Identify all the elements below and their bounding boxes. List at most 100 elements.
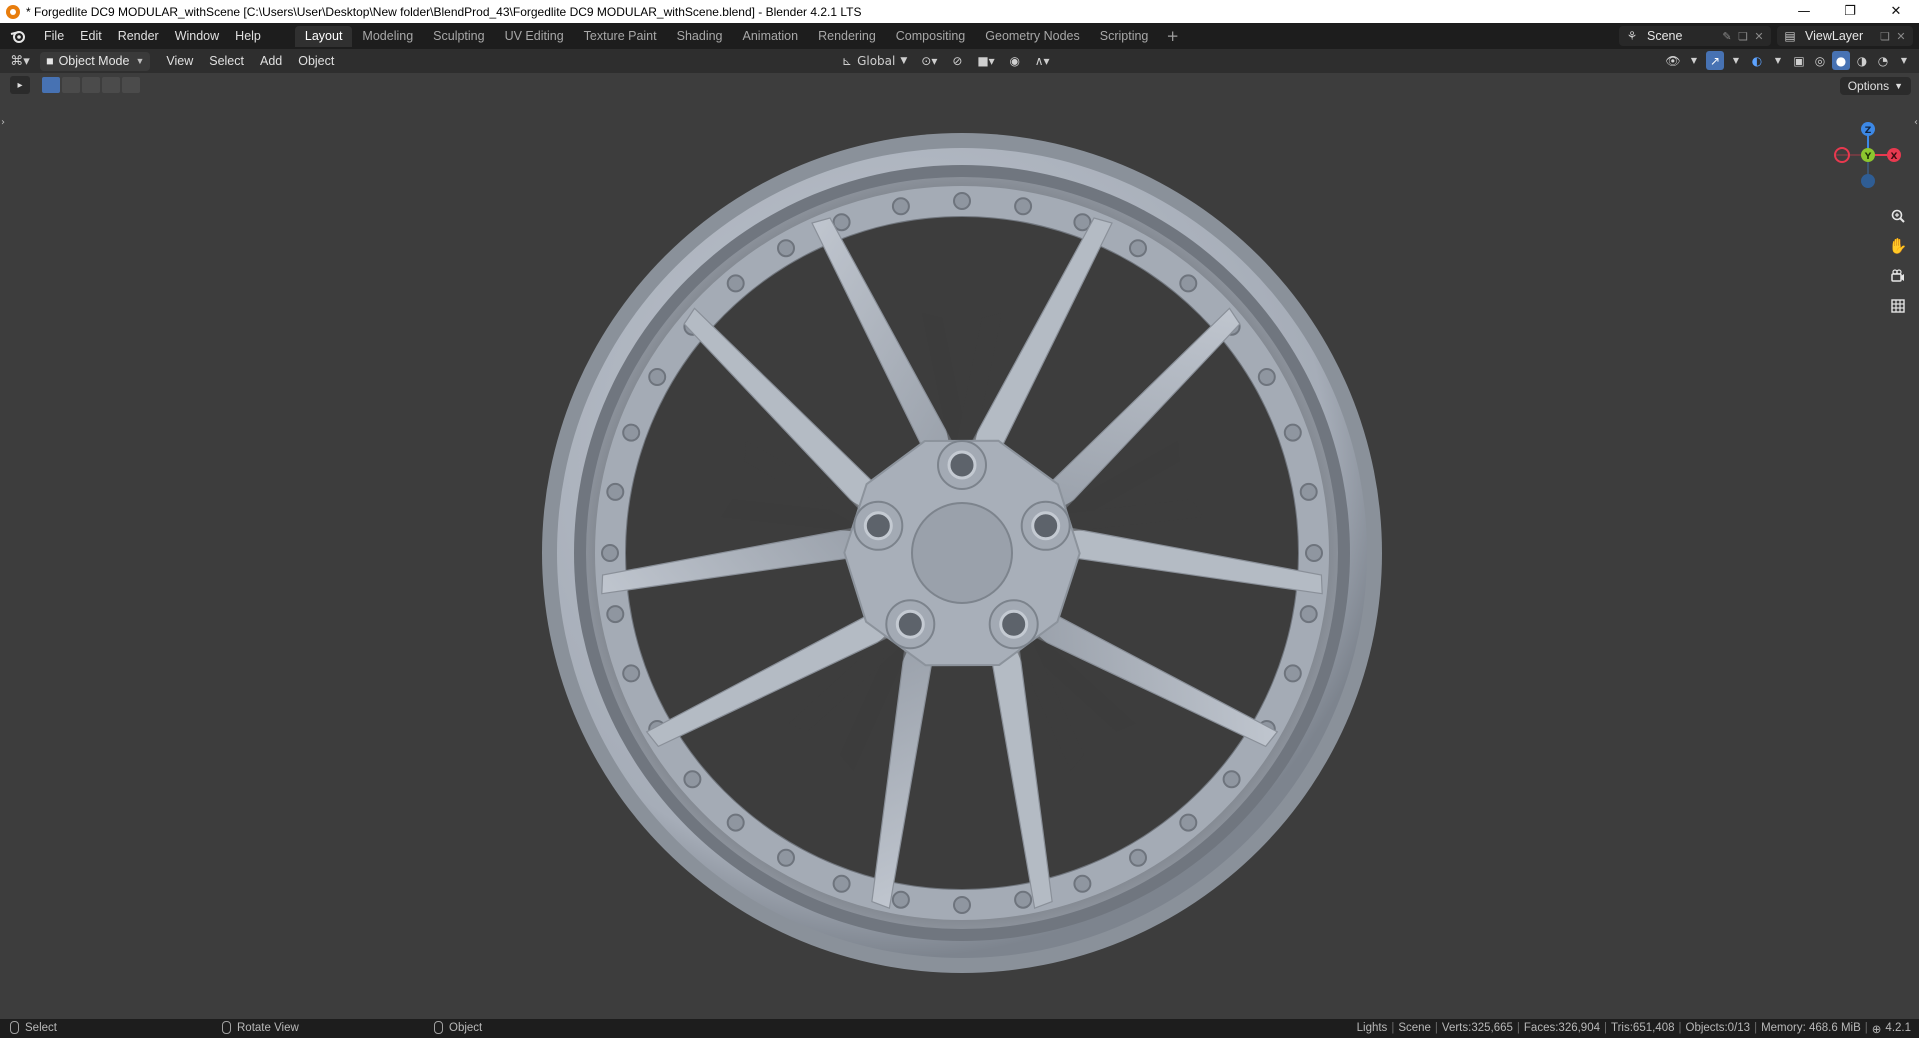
options-label: Options	[1847, 79, 1890, 93]
tab-compositing[interactable]: Compositing	[886, 26, 975, 47]
hint-select-label: Select	[25, 1021, 57, 1034]
tab-scripting[interactable]: Scripting	[1090, 26, 1159, 47]
viewport-menu-add[interactable]: Add	[252, 54, 290, 68]
3d-viewport[interactable]: ⌘▾ ■ Object Mode ▼ View Select Add Objec…	[0, 49, 1919, 1019]
stat-faces: Faces:326,904	[1523, 1022, 1600, 1034]
new-view-layer-icon[interactable]: ❏	[1877, 30, 1893, 43]
remove-scene-icon[interactable]: ✕	[1751, 30, 1767, 43]
menu-render[interactable]: Render	[110, 26, 167, 46]
viewport-header: ⌘▾ ■ Object Mode ▼ View Select Add Objec…	[0, 49, 1919, 73]
camera-view-icon[interactable]	[1884, 262, 1912, 290]
tab-uv-editing[interactable]: UV Editing	[495, 26, 574, 47]
xray-toggle-icon[interactable]: ▣	[1790, 51, 1808, 70]
proportional-editing-icon[interactable]: ◉	[1005, 51, 1025, 70]
stat-verts: Verts:325,665	[1441, 1022, 1513, 1034]
snap-target-icon[interactable]: ■▾	[973, 51, 998, 70]
rim-bolt	[777, 848, 795, 867]
rim-bolt	[1179, 813, 1198, 832]
menu-help[interactable]: Help	[227, 26, 269, 46]
hint-rotate-label: Rotate View	[237, 1021, 299, 1034]
wheel-model[interactable]	[537, 128, 1387, 978]
pivot-point-icon[interactable]: ⊙▾	[917, 51, 941, 70]
chevron-down-icon[interactable]: ▼	[1685, 51, 1703, 70]
view-layer-name[interactable]: ViewLayer	[1799, 29, 1877, 43]
menu-window[interactable]: Window	[167, 26, 227, 46]
tab-animation[interactable]: Animation	[733, 26, 809, 47]
rim-bolt	[1129, 239, 1147, 258]
chevron-down-icon[interactable]: ▼	[1895, 51, 1913, 70]
chevron-down-icon: ▼	[900, 55, 908, 66]
object-mode-dropdown[interactable]: ■ Object Mode ▼	[40, 51, 151, 71]
scene-name[interactable]: Scene	[1641, 29, 1719, 43]
add-workspace-button[interactable]: +	[1158, 27, 1187, 45]
viewport-menu-view[interactable]: View	[158, 54, 201, 68]
visibility-icon[interactable]: 👁	[1664, 51, 1682, 70]
overlay-toggle-icon[interactable]: ◐	[1748, 51, 1766, 70]
perspective-grid-icon[interactable]	[1884, 292, 1912, 320]
gizmo-neg-z-icon[interactable]	[1861, 174, 1875, 188]
scene-selector[interactable]: ⚘ Scene ✎ ❏ ✕	[1619, 26, 1771, 46]
pin-icon[interactable]: ✎	[1719, 30, 1735, 43]
blender-logo-icon[interactable]	[0, 29, 36, 43]
pan-hand-icon[interactable]: ✋	[1884, 232, 1912, 260]
scene-icon: ⚘	[1626, 29, 1638, 43]
menu-edit[interactable]: Edit	[72, 26, 110, 46]
close-button[interactable]: ✕	[1873, 0, 1919, 23]
viewport-display-tools: 👁 ▼ ↗ ▼ ◐ ▼ ▣ ◎ ● ◑ ◔ ▼	[1664, 51, 1913, 70]
lug-hole	[947, 450, 977, 480]
navigation-gizmo[interactable]: Z Y X	[1826, 113, 1910, 197]
restore-button[interactable]: ❐	[1827, 0, 1873, 23]
stat-objects: Objects:0/13	[1685, 1022, 1751, 1034]
toolbar-expand-arrow-icon[interactable]: ›	[1, 117, 5, 128]
mode-subtract-icon[interactable]	[82, 77, 100, 93]
viewport-menu-object[interactable]: Object	[290, 54, 342, 68]
falloff-icon[interactable]: ∧▾	[1031, 51, 1054, 70]
select-box-tool-icon[interactable]: ▸	[10, 76, 30, 94]
chevron-down-icon: ▼	[135, 56, 145, 66]
rim-bolt	[726, 274, 745, 293]
rim-bolt	[1305, 544, 1323, 562]
tab-modeling[interactable]: Modeling	[352, 26, 423, 47]
rim-bolt	[1283, 664, 1302, 683]
tab-sculpting[interactable]: Sculpting	[423, 26, 494, 47]
mode-label: Object Mode	[58, 54, 130, 68]
rim-bolt	[891, 890, 910, 909]
rim-bolt	[622, 664, 641, 683]
minimize-button[interactable]: —	[1781, 0, 1827, 23]
hint-object-label: Object	[449, 1021, 483, 1034]
mode-extend-icon[interactable]	[62, 77, 80, 93]
material-shading-icon[interactable]: ◑	[1853, 51, 1871, 70]
status-bar: Select Rotate View Object Lights | Scene |…	[0, 1019, 1919, 1038]
stat-lights: Lights	[1356, 1022, 1388, 1034]
tab-rendering[interactable]: Rendering	[808, 26, 886, 47]
zoom-icon[interactable]	[1884, 202, 1912, 230]
wireframe-shading-icon[interactable]: ◎	[1811, 51, 1829, 70]
viewport-menu-select[interactable]: Select	[201, 54, 252, 68]
sidebar-expand-arrow-icon[interactable]: ‹	[1914, 117, 1918, 128]
transform-orientation-dropdown[interactable]: ⊾ Global ▼	[838, 51, 911, 70]
tab-shading[interactable]: Shading	[667, 26, 733, 47]
hint-select: Select	[10, 1021, 57, 1034]
mode-intersect-icon[interactable]	[122, 77, 140, 93]
options-dropdown[interactable]: Options ▼	[1839, 77, 1911, 95]
stat-memory: Memory: 468.6 MiB	[1761, 1022, 1861, 1034]
mode-invert-icon[interactable]	[102, 77, 120, 93]
rendered-shading-icon[interactable]: ◔	[1874, 51, 1892, 70]
mode-set-icon[interactable]	[42, 77, 60, 93]
chevron-down-icon[interactable]: ▼	[1769, 51, 1787, 70]
solid-shading-icon[interactable]: ●	[1832, 51, 1850, 70]
window-title: * Forgedlite DC9 MODULAR_withScene [C:\U…	[26, 4, 862, 19]
remove-view-layer-icon[interactable]: ✕	[1893, 30, 1909, 43]
tab-texture-paint[interactable]: Texture Paint	[574, 26, 667, 47]
new-scene-icon[interactable]: ❏	[1735, 30, 1751, 43]
chevron-down-icon[interactable]: ▼	[1727, 51, 1745, 70]
gizmo-toggle-icon[interactable]: ↗	[1706, 51, 1724, 70]
snap-icon[interactable]: ⊘	[947, 51, 967, 70]
gizmo-x-label: X	[1891, 152, 1898, 162]
editor-type-icon[interactable]: ⌘▾	[0, 54, 40, 69]
rim-bolt	[648, 368, 667, 386]
tab-layout[interactable]: Layout	[294, 25, 353, 47]
tab-geometry-nodes[interactable]: Geometry Nodes	[975, 26, 1089, 47]
menu-file[interactable]: File	[36, 26, 72, 46]
view-layer-selector[interactable]: ▤ ViewLayer ❏ ✕	[1777, 26, 1913, 46]
